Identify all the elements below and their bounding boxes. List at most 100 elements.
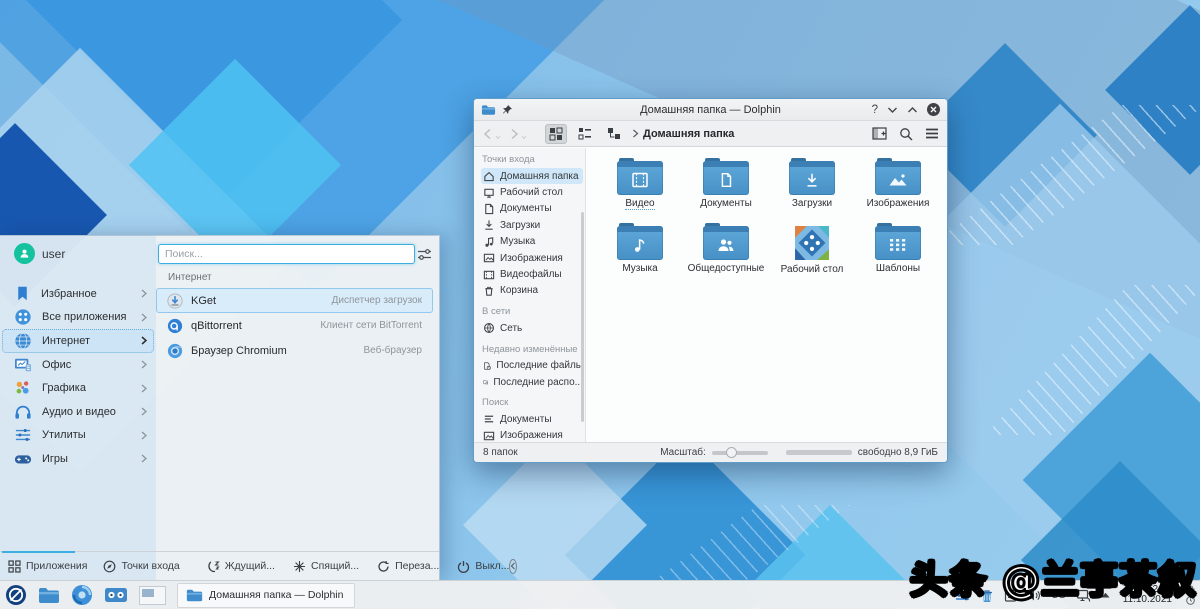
- apps-grid-icon: [8, 560, 21, 573]
- category-games[interactable]: Игры: [2, 447, 154, 471]
- search-input[interactable]: [158, 244, 415, 264]
- breadcrumb-label[interactable]: Домашняя папка: [643, 128, 734, 140]
- games-icon: [14, 452, 32, 466]
- folder-label: Видео: [625, 198, 654, 210]
- chevron-right-icon: [632, 129, 639, 138]
- close-button[interactable]: [927, 103, 940, 116]
- maximize-button[interactable]: [907, 106, 918, 114]
- category-office[interactable]: Офис: [2, 353, 154, 377]
- dolphin-launcher-icon[interactable]: [38, 587, 60, 604]
- category-graphics[interactable]: Графика: [2, 376, 154, 400]
- kget-icon: [167, 293, 183, 309]
- chevron-right-icon: [141, 431, 147, 440]
- place-downloads[interactable]: Загрузки: [481, 217, 583, 233]
- place-trash[interactable]: Корзина: [481, 283, 583, 299]
- pager-widget[interactable]: [139, 586, 166, 605]
- chevron-down-icon: [521, 135, 527, 140]
- icons-view-button[interactable]: [545, 124, 567, 144]
- split-view-icon[interactable]: [872, 127, 887, 140]
- app-launcher-icon[interactable]: [5, 584, 27, 606]
- place-search-documents[interactable]: Документы: [481, 411, 583, 427]
- place-videos[interactable]: Видеофайлы: [481, 266, 583, 282]
- place-label: Последние файлы: [496, 360, 583, 371]
- category-utilities[interactable]: Утилиты: [2, 424, 154, 448]
- place-network[interactable]: Сеть: [481, 320, 583, 336]
- search-icon[interactable]: [899, 127, 913, 141]
- sidebar-scrollbar[interactable]: [581, 212, 584, 422]
- place-desktop[interactable]: Рабочий стол: [481, 184, 583, 200]
- zoom-slider[interactable]: [712, 451, 768, 455]
- place-label: Загрузки: [500, 220, 540, 231]
- place-documents[interactable]: Документы: [481, 201, 583, 217]
- category-label: Аудио и видео: [42, 406, 131, 418]
- place-music[interactable]: Музыка: [481, 234, 583, 250]
- compass-icon: [103, 560, 116, 573]
- tab-places[interactable]: Точки входа: [103, 560, 179, 573]
- chromium-icon: [167, 343, 183, 359]
- folder-item[interactable]: Рабочий стол: [769, 226, 855, 286]
- action-suspend[interactable]: Ждущий...: [206, 560, 275, 573]
- action-label: Спящий...: [311, 560, 359, 572]
- recent-folder-icon: [483, 376, 488, 388]
- hibernate-icon: [293, 560, 306, 573]
- tab-applications[interactable]: Приложения: [8, 560, 87, 573]
- folder-item[interactable]: Документы: [683, 161, 769, 221]
- configure-icon[interactable]: [417, 248, 432, 261]
- folder-item[interactable]: Музыка: [597, 226, 683, 286]
- place-recent-files[interactable]: Последние файлы: [481, 358, 583, 374]
- places-section-label: Точки входа: [482, 154, 583, 165]
- folder-item[interactable]: Шаблоны: [855, 226, 941, 286]
- place-recent-locations[interactable]: Последние распо...: [481, 374, 583, 390]
- place-label: Последние распо...: [493, 377, 583, 388]
- username: user: [42, 247, 65, 261]
- details-view-button[interactable]: [574, 124, 596, 144]
- place-images[interactable]: Изображения: [481, 250, 583, 266]
- dolphin-titlebar[interactable]: Домашняя папка — Dolphin ?: [474, 99, 947, 121]
- downloads-folder-icon: [789, 161, 835, 195]
- tree-view-icon: [607, 127, 622, 141]
- folder-item[interactable]: Видео: [597, 161, 683, 221]
- breadcrumb[interactable]: Домашняя папка: [632, 128, 734, 140]
- place-home[interactable]: Домашняя папка: [481, 168, 583, 184]
- forward-button[interactable]: [508, 128, 527, 140]
- browser-launcher-icon[interactable]: [71, 584, 93, 606]
- places-section-label: В сети: [482, 306, 583, 317]
- place-label: Домашняя папка: [500, 171, 579, 182]
- category-internet[interactable]: Интернет: [2, 329, 154, 353]
- folder-item[interactable]: Загрузки: [769, 161, 855, 221]
- avatar[interactable]: [14, 243, 35, 264]
- folder-item[interactable]: Общедоступные: [683, 226, 769, 286]
- media-launcher-icon[interactable]: [104, 587, 128, 603]
- back-button[interactable]: [482, 128, 501, 140]
- app-kget[interactable]: KGet Диспетчер загрузок: [156, 288, 433, 313]
- app-name: KGet: [191, 295, 216, 307]
- action-shutdown[interactable]: Выкл...: [457, 560, 509, 573]
- folder-item[interactable]: Изображения: [855, 161, 941, 221]
- category-list: Избранное Все приложения Интернет Офис Г: [2, 282, 154, 471]
- folder-label: Загрузки: [792, 198, 832, 209]
- tree-view-button[interactable]: [603, 124, 625, 144]
- app-chromium[interactable]: Браузер Chromium Веб-браузер: [156, 338, 433, 363]
- zoom-slider-handle[interactable]: [726, 447, 737, 458]
- app-qbittorrent[interactable]: qBittorrent Клиент сети BitTorrent: [156, 313, 433, 338]
- taskbar-task-dolphin[interactable]: Домашняя папка — Dolphin: [177, 583, 355, 608]
- place-search-images[interactable]: Изображения: [481, 428, 583, 442]
- category-all-apps[interactable]: Все приложения: [2, 306, 154, 330]
- app-name: Браузер Chromium: [191, 345, 287, 357]
- category-multimedia[interactable]: Аудио и видео: [2, 400, 154, 424]
- hamburger-menu-icon[interactable]: [925, 128, 939, 139]
- folder-view[interactable]: Видео Документы Загрузки Изображения: [586, 148, 947, 442]
- download-icon: [483, 219, 495, 231]
- help-button[interactable]: ?: [872, 104, 878, 116]
- action-restart[interactable]: Переза...: [377, 560, 439, 573]
- chevron-down-icon: [495, 135, 501, 140]
- pin-icon[interactable]: [502, 104, 513, 115]
- dolphin-window: Домашняя папка — Dolphin ?: [473, 98, 948, 463]
- place-label: Видеофайлы: [500, 269, 562, 280]
- category-favorites[interactable]: Избранное: [2, 282, 154, 306]
- action-hibernate[interactable]: Спящий...: [293, 560, 359, 573]
- minimize-button[interactable]: [887, 106, 898, 114]
- place-label: Документы: [500, 203, 552, 214]
- app-desc: Диспетчер загрузок: [332, 295, 422, 306]
- place-label: Корзина: [500, 285, 538, 296]
